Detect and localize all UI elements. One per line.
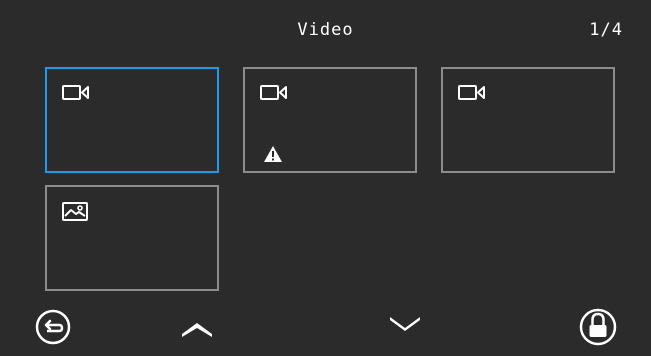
photo-icon	[62, 202, 88, 221]
media-tile-video[interactable]	[243, 67, 417, 173]
media-tile-video[interactable]	[45, 67, 219, 173]
chevron-up-icon[interactable]	[179, 318, 215, 338]
media-tile-video[interactable]	[441, 67, 615, 173]
lock-icon[interactable]	[578, 305, 618, 347]
media-tile-photo[interactable]	[45, 185, 219, 291]
video-camera-icon	[62, 85, 89, 100]
video-camera-icon	[260, 85, 287, 100]
video-camera-icon	[458, 85, 485, 100]
warning-icon	[264, 146, 282, 162]
back-icon[interactable]	[34, 308, 72, 346]
page-title: Video	[297, 20, 354, 40]
page-counter: 1/4	[589, 20, 623, 40]
chevron-down-icon[interactable]	[387, 315, 423, 335]
